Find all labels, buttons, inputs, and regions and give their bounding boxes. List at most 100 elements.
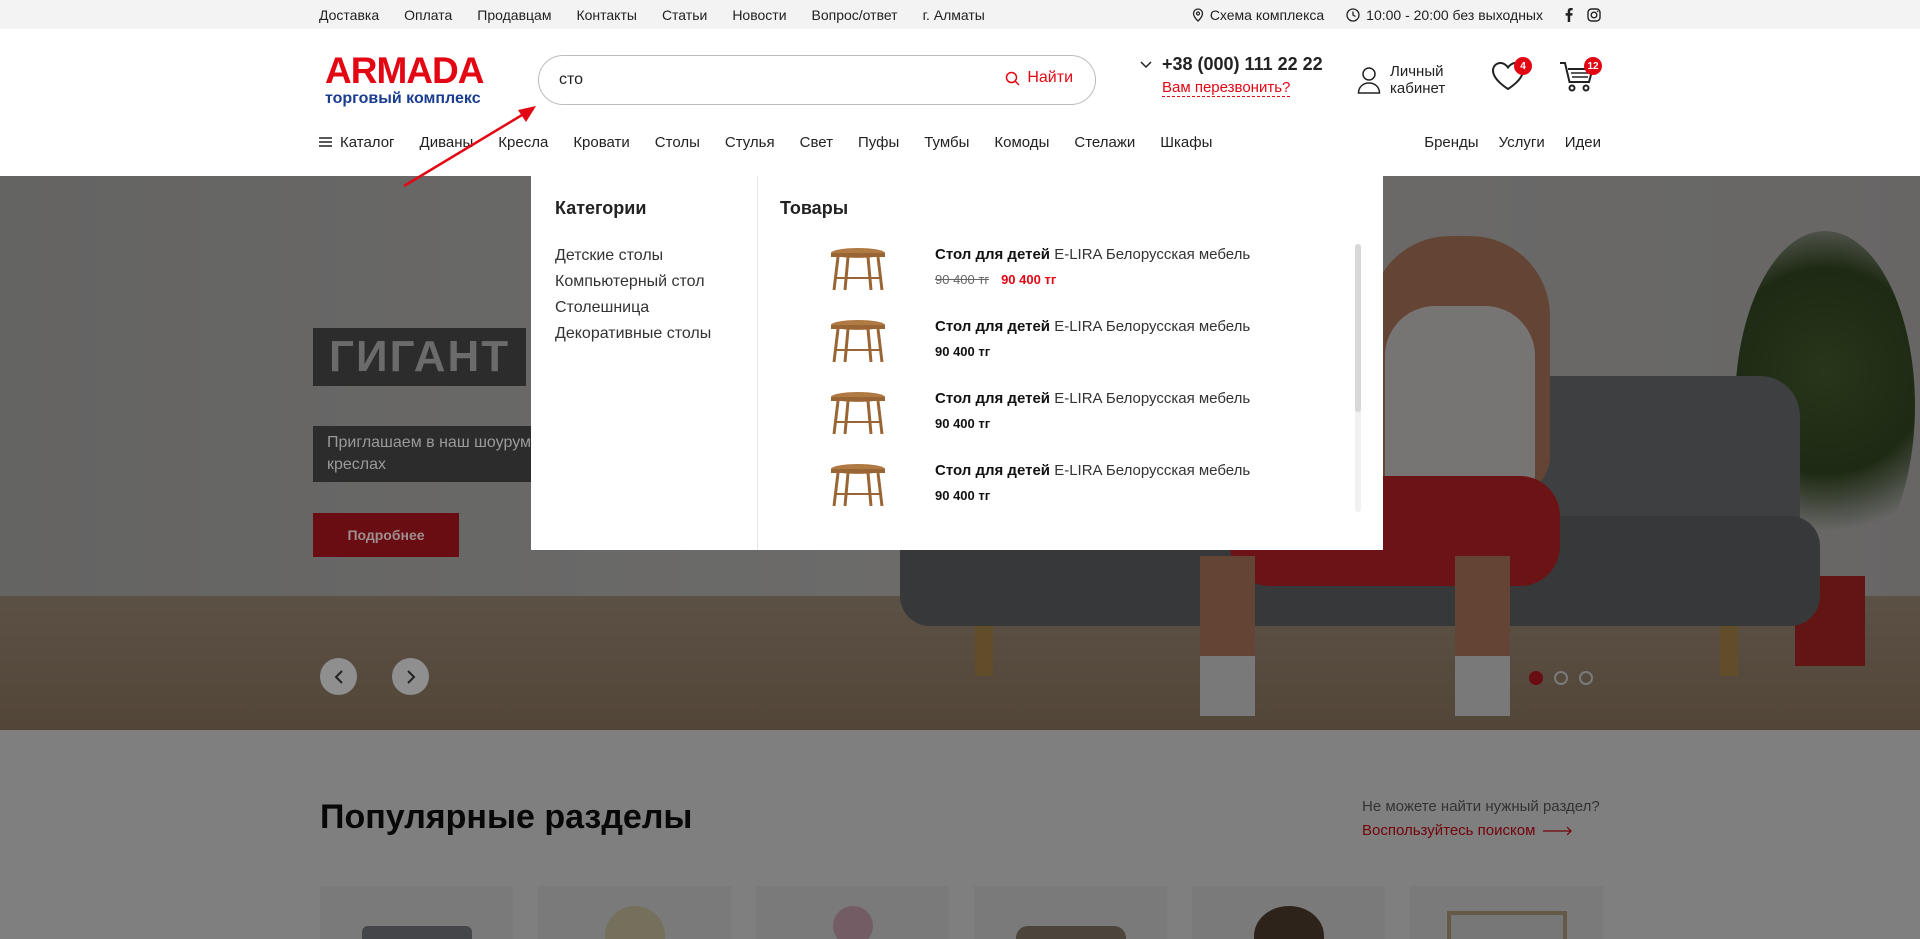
- chevron-down-icon[interactable]: [1140, 60, 1152, 69]
- nav-item-beds[interactable]: Кровати: [573, 134, 629, 151]
- product-price: 90 400 тг: [935, 488, 991, 503]
- account-label-line1: Личный: [1390, 63, 1444, 80]
- favorites-count-badge: 4: [1514, 57, 1532, 75]
- nav-item-ideas[interactable]: Идеи: [1565, 134, 1601, 151]
- top-link-news[interactable]: Новости: [732, 7, 786, 23]
- product-sale-price: 90 400 тг: [1001, 272, 1057, 287]
- slider-next-button[interactable]: [392, 658, 429, 695]
- product-name: Стол для детей: [935, 318, 1051, 335]
- nav-item-shelving[interactable]: Стелажи: [1074, 134, 1135, 151]
- product-suggestion[interactable]: Стол для детей E-LIRA Белорусская мебель…: [780, 383, 1361, 455]
- slider-dot[interactable]: [1554, 671, 1568, 685]
- phone-number[interactable]: +38 (000) 111 22 22: [1162, 54, 1323, 75]
- top-link-contacts[interactable]: Контакты: [576, 7, 636, 23]
- product-brand: E-LIRA Белорусская мебель: [1054, 246, 1251, 263]
- product-name: Стол для детей: [935, 462, 1051, 479]
- product-price: 90 400 тг: [935, 344, 991, 359]
- product-brand: E-LIRA Белорусская мебель: [1054, 462, 1251, 479]
- product-name: Стол для детей: [935, 246, 1051, 263]
- map-pin-icon: [1192, 7, 1203, 22]
- product-brand: E-LIRA Белорусская мебель: [1054, 318, 1251, 335]
- top-link-faq[interactable]: Вопрос/ответ: [812, 7, 898, 23]
- lower-dim-overlay: [0, 730, 1920, 939]
- product-thumbnail: [780, 383, 935, 443]
- facebook-icon[interactable]: [1565, 7, 1573, 22]
- product-suggestion[interactable]: Стол для детей E-LIRA Белорусская мебель…: [780, 239, 1361, 311]
- header: ARMADA торговый комплекс Найти +38 (000)…: [0, 29, 1920, 175]
- search-button[interactable]: Найти: [1005, 69, 1073, 87]
- scheme-label: Схема комплекса: [1209, 6, 1325, 23]
- suggestions-products: Товары Стол для детей E-LIRA Белорусская…: [758, 176, 1383, 550]
- user-icon: [1357, 67, 1381, 94]
- product-brand: E-LIRA Белорусская мебель: [1054, 390, 1251, 407]
- top-link-delivery[interactable]: Доставка: [319, 7, 379, 23]
- working-hours: 10:00 - 20:00 без выходных: [1346, 7, 1543, 23]
- nav-item-nightstands[interactable]: Тумбы: [924, 134, 969, 151]
- category-suggestion[interactable]: Детские столы: [555, 243, 733, 269]
- phone-block: +38 (000) 111 22 22 Вам перезвонить?: [1140, 54, 1323, 97]
- slider-prev-button[interactable]: [320, 658, 357, 695]
- cart-button[interactable]: 12: [1559, 57, 1602, 98]
- product-name: Стол для детей: [935, 390, 1051, 407]
- suggestions-scrollbar-thumb[interactable]: [1355, 244, 1361, 412]
- hours-label: 10:00 - 20:00 без выходных: [1366, 6, 1543, 23]
- nav-item-dressers[interactable]: Комоды: [994, 134, 1049, 151]
- popular-sections: Популярные разделы Не можете найти нужны…: [0, 730, 1920, 939]
- search-button-label: Найти: [1027, 69, 1073, 86]
- table-image-icon: [830, 320, 885, 363]
- scheme-link[interactable]: Схема комплекса: [1192, 7, 1324, 23]
- nav-item-wardrobes[interactable]: Шкафы: [1160, 134, 1212, 151]
- callback-link[interactable]: Вам перезвонить?: [1162, 80, 1291, 97]
- nav-item-services[interactable]: Услуги: [1499, 134, 1545, 151]
- category-suggestion[interactable]: Столешница: [555, 295, 733, 321]
- top-links: Доставка Оплата Продавцам Контакты Стать…: [319, 7, 1010, 23]
- hero-more-button[interactable]: Подробнее: [313, 513, 459, 557]
- search-input[interactable]: [559, 68, 959, 92]
- chevron-left-icon: [334, 669, 343, 684]
- nav-item-chairs[interactable]: Стулья: [725, 134, 775, 151]
- annotation-arrow-icon: [403, 106, 536, 188]
- category-suggestion[interactable]: Декоративные столы: [555, 321, 733, 347]
- instagram-icon[interactable]: [1587, 7, 1601, 22]
- catalog-label: Каталог: [340, 133, 395, 151]
- product-price: 90 400 тг: [935, 416, 991, 431]
- product-suggestion[interactable]: Стол для детей E-LIRA Белорусская мебель…: [780, 455, 1361, 527]
- logo-title: ARMADA: [325, 50, 484, 91]
- products-heading: Товары: [780, 198, 849, 218]
- category-suggestion[interactable]: Компьютерный стол: [555, 269, 733, 295]
- city-selector[interactable]: г. Алматы: [923, 7, 985, 23]
- slider-dots: [1529, 671, 1593, 685]
- hero-title: ГИГАНТ: [313, 328, 527, 386]
- table-image-icon: [830, 248, 885, 291]
- product-old-price: 90 400 тг: [935, 272, 990, 287]
- account-label-line2: кабинет: [1390, 80, 1446, 97]
- catalog-button[interactable]: Каталог: [319, 134, 395, 151]
- top-bar: Доставка Оплата Продавцам Контакты Стать…: [0, 0, 1920, 29]
- top-link-payment[interactable]: Оплата: [404, 7, 452, 23]
- menu-icon: [319, 137, 332, 147]
- slider-dot[interactable]: [1579, 671, 1593, 685]
- product-thumbnail: [780, 239, 935, 299]
- search-icon: [1006, 71, 1020, 86]
- product-suggestion[interactable]: Стол для детей E-LIRA Белорусская мебель…: [780, 311, 1361, 383]
- top-link-sellers[interactable]: Продавцам: [477, 7, 551, 23]
- cart-count-badge: 12: [1584, 57, 1602, 75]
- nav-item-tables[interactable]: Столы: [655, 134, 700, 151]
- categories-heading: Категории: [555, 198, 647, 218]
- nav-item-poufs[interactable]: Пуфы: [858, 134, 899, 151]
- nav-item-brands[interactable]: Бренды: [1424, 134, 1478, 151]
- hero-text: Приглашаем в наш шоурум креслах: [313, 426, 553, 482]
- table-image-icon: [830, 392, 885, 435]
- favorites-button[interactable]: 4: [1491, 57, 1532, 96]
- chevron-right-icon: [406, 669, 415, 684]
- search-suggestions-dropdown: Категории Детские столы Компьютерный сто…: [531, 176, 1383, 550]
- nav-item-lighting[interactable]: Свет: [800, 134, 833, 151]
- table-image-icon: [830, 464, 885, 507]
- search-bar: Найти: [538, 55, 1096, 105]
- product-thumbnail: [780, 311, 935, 371]
- product-thumbnail: [780, 455, 935, 515]
- top-link-articles[interactable]: Статьи: [662, 7, 707, 23]
- slider-dot[interactable]: [1529, 671, 1543, 685]
- clock-icon: [1346, 7, 1360, 22]
- account-link[interactable]: Личный кабинет: [1357, 63, 1445, 97]
